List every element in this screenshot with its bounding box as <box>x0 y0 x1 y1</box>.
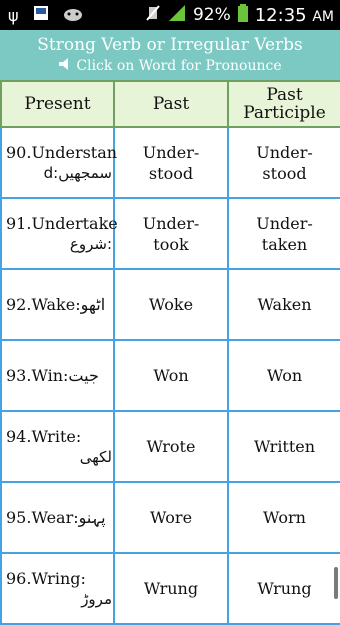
app-header: Strong Verb or Irregular Verbs Click on … <box>0 30 340 80</box>
status-bar: ψ 92% 12:35 AM <box>0 0 340 30</box>
present-text: 92.Wake: <box>6 295 81 314</box>
clock: 12:35 AM <box>255 5 334 26</box>
past-word[interactable]: Wore <box>113 481 229 554</box>
table-row: 94.Write: لکھی Wrote Written <box>0 410 340 483</box>
table-header-row: Present Past Past Participle <box>0 80 340 128</box>
present-word[interactable]: 94.Write: لکھی <box>0 410 115 483</box>
pronounce-hint: Click on Word for Pronounce <box>0 57 340 75</box>
signal-icon <box>167 3 187 27</box>
table-row: 92.Wake:اٹھو Woke Waken <box>0 268 340 341</box>
urdu-translation: شروع: <box>69 234 112 253</box>
column-header-past: Past <box>113 80 229 128</box>
table-row: 93.Win:جیت Won Won <box>0 339 340 412</box>
android-icon <box>63 5 83 25</box>
past-word[interactable]: Wrote <box>113 410 229 483</box>
page-title: Strong Verb or Irregular Verbs <box>37 35 303 55</box>
present-word[interactable]: 90.Understan d:سمجھیں <box>0 126 118 199</box>
table-row: 91.Undertake شروع: Under- took Under- tak… <box>0 197 340 270</box>
past-word[interactable]: Under- took <box>113 197 229 270</box>
past-word[interactable]: Wrung <box>113 552 229 625</box>
present-text: 96.Wring: <box>6 568 86 588</box>
present-word[interactable]: 93.Win:جیت <box>0 339 115 412</box>
urdu-translation: مروڑ <box>81 589 112 608</box>
urdu-translation: اٹھو <box>80 295 106 314</box>
column-header-past-participle: Past Participle <box>227 80 340 128</box>
usb-icon: ψ <box>8 5 19 25</box>
present-text: 93.Win: <box>6 366 69 385</box>
pronounce-hint-text: Click on Word for Pronounce <box>76 58 282 74</box>
urdu-translation: پہنو <box>78 508 106 527</box>
battery-icon <box>237 3 249 27</box>
past-word[interactable]: Woke <box>113 268 229 341</box>
past-word[interactable]: Under- stood <box>113 126 229 199</box>
participle-word[interactable]: Under- stood <box>227 126 340 199</box>
present-text: 91.Undertake <box>6 213 118 233</box>
participle-word[interactable]: Waken <box>227 268 340 341</box>
participle-word[interactable]: Won <box>227 339 340 412</box>
present-word[interactable]: 92.Wake:اٹھو <box>0 268 115 341</box>
present-text: 90.Understan <box>6 142 118 162</box>
present-text: 94.Write: <box>6 426 82 446</box>
participle-word[interactable]: Worn <box>227 481 340 554</box>
past-word[interactable]: Won <box>113 339 229 412</box>
mute-icon <box>145 4 161 26</box>
participle-word[interactable]: Under- taken <box>227 197 340 270</box>
screenshot-icon <box>33 5 49 25</box>
present-word[interactable]: 96.Wring: مروڑ <box>0 552 115 625</box>
battery-percent: 92% <box>192 5 231 25</box>
column-header-present: Present <box>0 80 115 128</box>
participle-word[interactable]: Written <box>227 410 340 483</box>
clock-time: 12:35 <box>254 4 307 26</box>
present-word[interactable]: 91.Undertake شروع: <box>0 197 118 270</box>
urdu-translation: لکھی <box>79 447 112 466</box>
urdu-translation: جیت <box>68 366 99 385</box>
speaker-icon <box>58 57 72 75</box>
table-row: 90.Understan d:سمجھیں Under- stood Under-… <box>0 126 340 199</box>
urdu-translation: d:سمجھیں <box>43 163 112 182</box>
scrollbar[interactable] <box>334 567 338 599</box>
participle-word[interactable]: Wrung <box>227 552 340 625</box>
table-row: 96.Wring: مروڑ Wrung Wrung <box>0 552 340 625</box>
verbs-table: Present Past Past Participle 90.Understa… <box>0 80 340 625</box>
present-word[interactable]: 95.Wear:پہنو <box>0 481 115 554</box>
table-row: 95.Wear:پہنو Wore Worn <box>0 481 340 554</box>
clock-ampm: AM <box>312 8 334 25</box>
present-text: 95.Wear: <box>6 508 79 527</box>
